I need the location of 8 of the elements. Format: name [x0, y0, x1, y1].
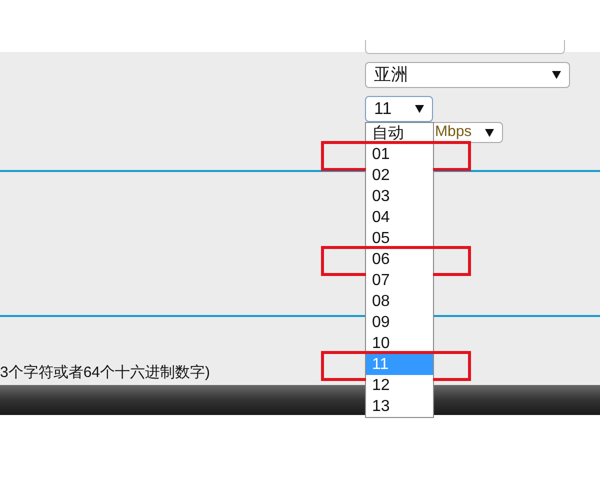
caret-icon — [485, 128, 494, 136]
select-field[interactable] — [365, 40, 565, 54]
caret-icon — [415, 105, 424, 113]
channel-select[interactable]: 11 — [365, 96, 433, 122]
caret-icon — [552, 71, 561, 79]
hint-text: 3个字符或者64个十六进制数字) — [0, 364, 210, 381]
region-select[interactable]: 亚洲 — [365, 62, 570, 88]
rate-select[interactable]: Mbps — [433, 122, 503, 143]
